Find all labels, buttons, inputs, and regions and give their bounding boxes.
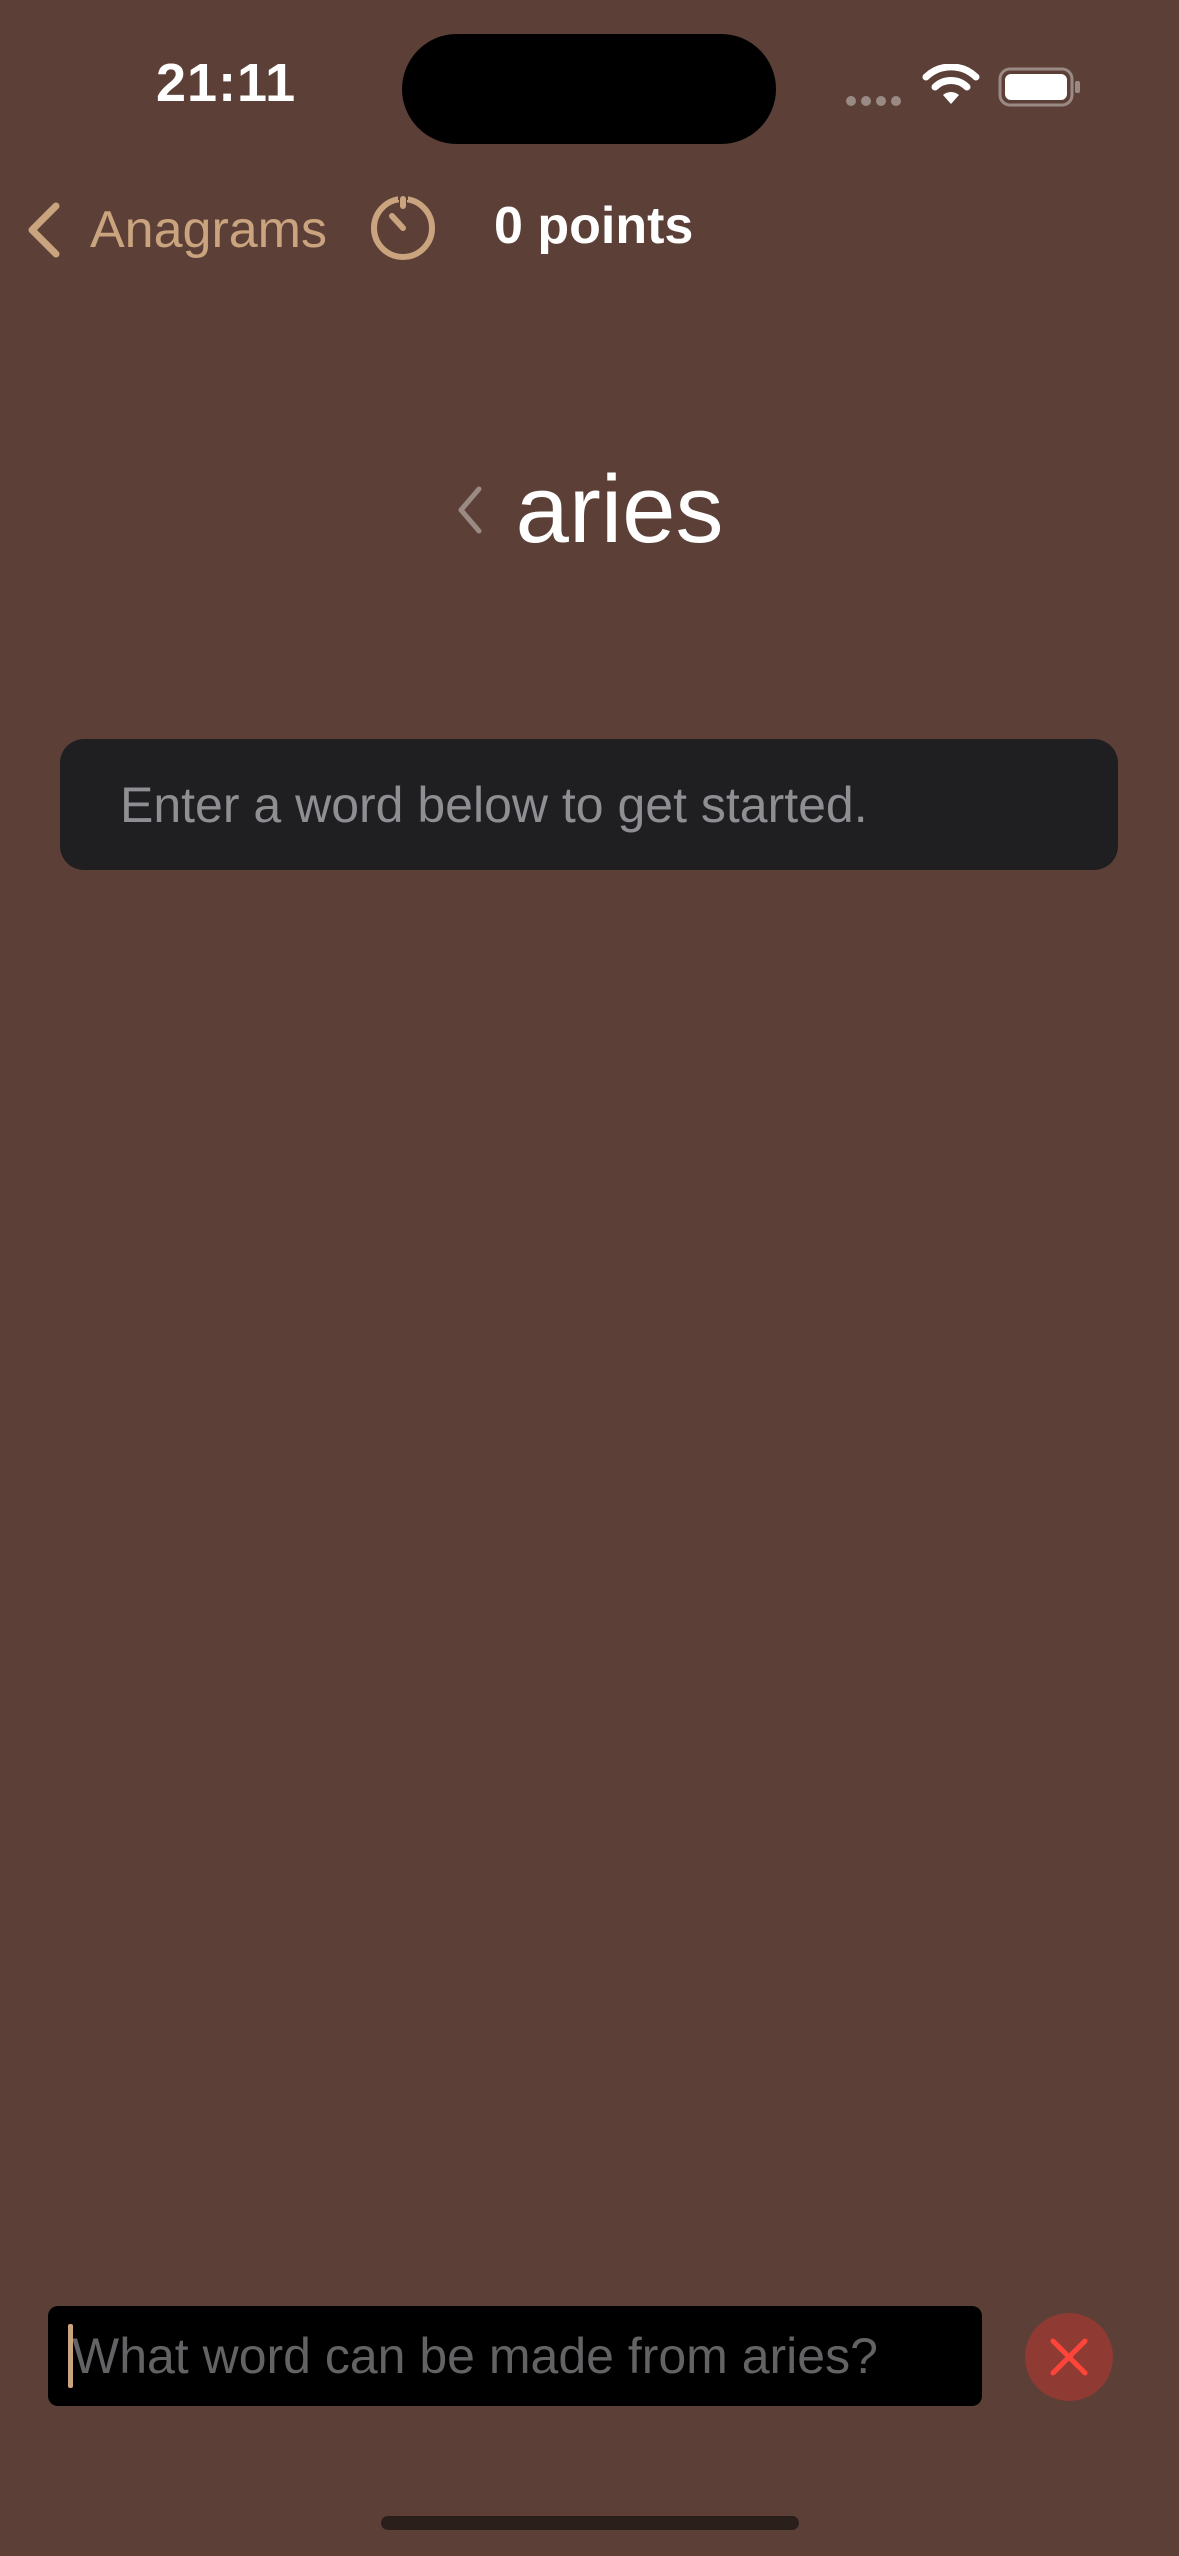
wifi-icon (922, 64, 980, 104)
chevron-left-icon[interactable] (455, 485, 485, 535)
text-cursor (68, 2324, 73, 2388)
chevron-left-icon (28, 202, 60, 258)
home-indicator (381, 2516, 799, 2530)
cellular-signal-icon (846, 96, 906, 106)
base-word: aries (515, 456, 724, 563)
hint-text: Enter a word below to get started. (120, 776, 868, 833)
status-time: 21:11 (156, 53, 297, 113)
back-button[interactable]: Anagrams (24, 190, 327, 270)
close-icon (1050, 2338, 1088, 2376)
timer-icon[interactable] (368, 190, 438, 262)
word-header: aries (0, 440, 1179, 580)
points-label: 0 points (494, 197, 694, 255)
battery-icon (998, 67, 1080, 107)
back-label: Anagrams (90, 201, 327, 259)
word-input[interactable] (48, 2306, 982, 2406)
hint-card: Enter a word below to get started. (60, 739, 1118, 870)
word-input-container[interactable] (48, 2306, 982, 2406)
dynamic-island (402, 34, 776, 144)
clear-button[interactable] (1025, 2313, 1113, 2401)
